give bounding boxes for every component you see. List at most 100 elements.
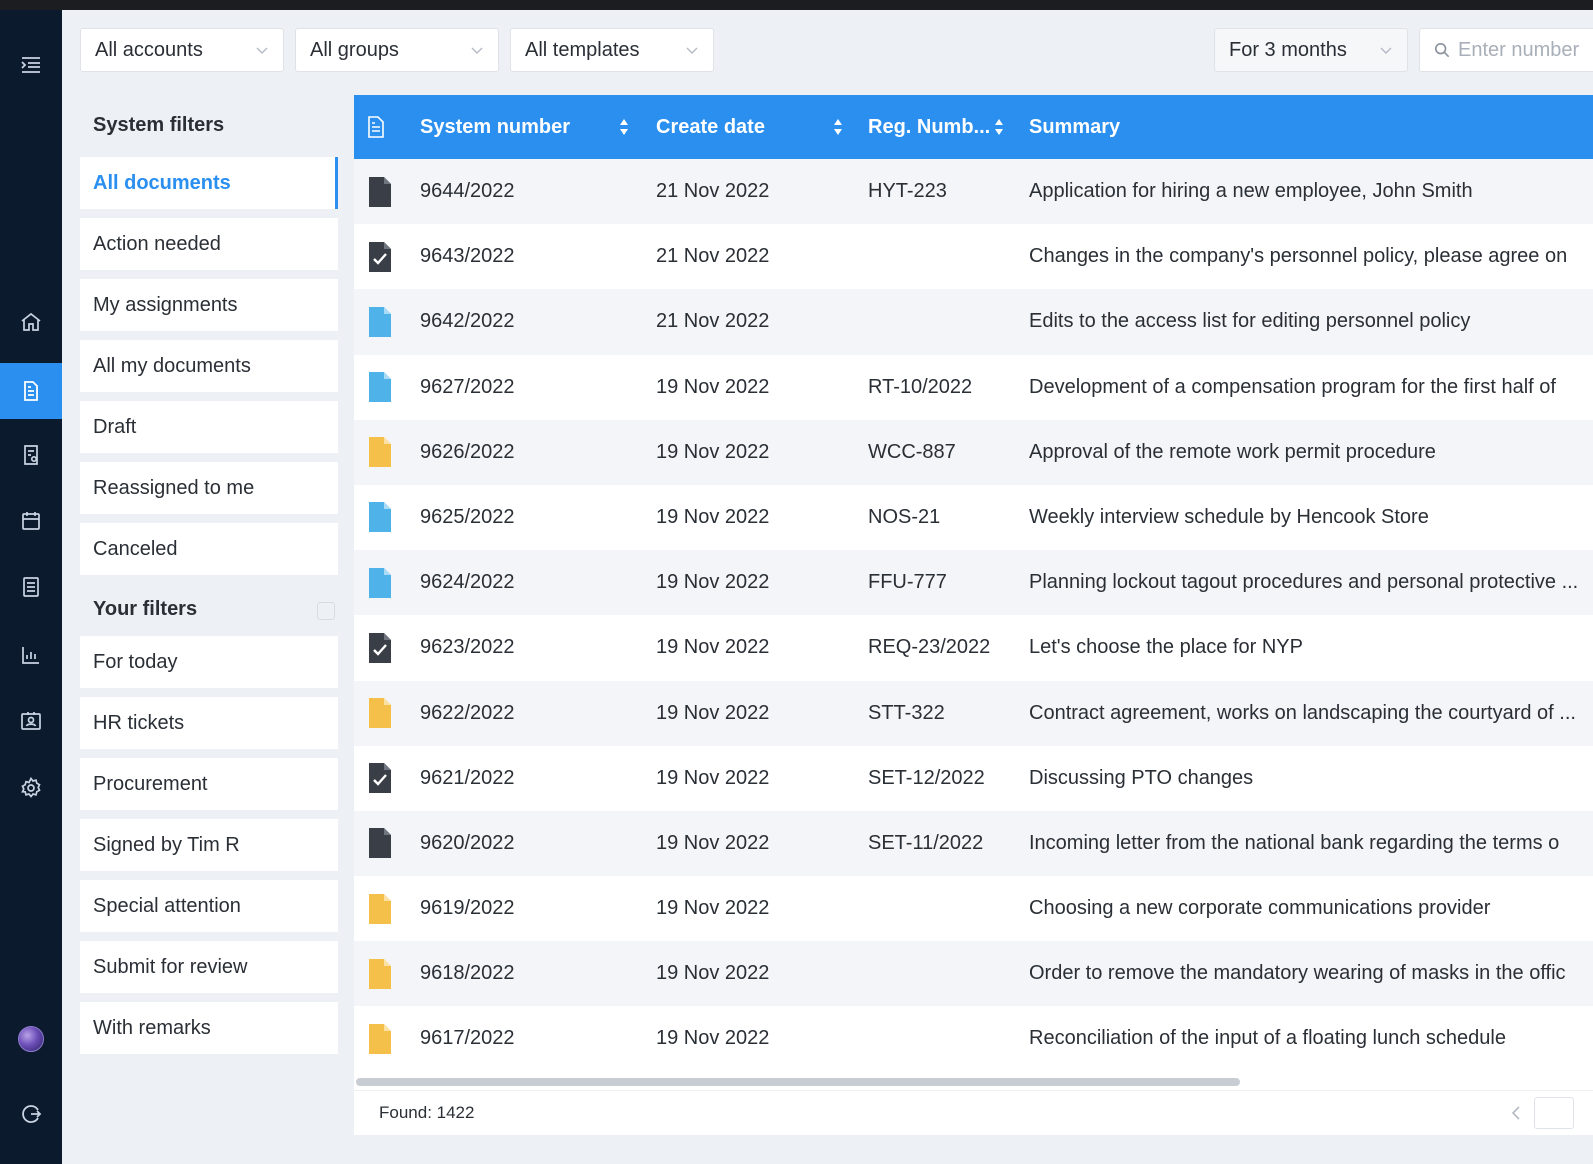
table-row[interactable]: 9643/2022 21 Nov 2022 Changes in the com… (354, 224, 1593, 289)
system-filters-heading: System filters (93, 114, 225, 136)
table-row[interactable]: 9622/2022 19 Nov 2022 STT-322 Contract a… (354, 680, 1593, 746)
cell-system-number: 9617/2022 (420, 1027, 515, 1050)
your-filters-heading: Your filters (93, 598, 198, 620)
sort-icon[interactable] (994, 117, 1004, 137)
table-row[interactable]: 9618/2022 19 Nov 2022 Order to remove th… (354, 941, 1593, 1007)
templates-dropdown[interactable]: All templates (510, 28, 714, 72)
cell-reg-number: SET-11/2022 (868, 831, 984, 854)
contacts-icon[interactable] (0, 693, 62, 749)
cell-summary: Application for hiring a new employee, J… (1029, 180, 1473, 202)
column-system-number[interactable]: System number (420, 95, 570, 159)
document-blue-icon (366, 485, 394, 550)
tasks-icon[interactable] (0, 427, 62, 483)
menu-collapse-icon[interactable] (0, 37, 62, 93)
column-summary[interactable]: Summary (1029, 95, 1120, 159)
document-dark-icon (366, 159, 394, 224)
period-dropdown[interactable]: For 3 months (1214, 28, 1408, 72)
filter-procurement[interactable]: Procurement (80, 758, 338, 810)
filter-signed-by-tim-r[interactable]: Signed by Tim R (80, 819, 338, 871)
cell-summary: Choosing a new corporate communications … (1029, 897, 1491, 920)
document-check-icon (366, 224, 394, 289)
horizontal-scrollbar[interactable] (356, 1078, 1240, 1086)
table-row[interactable]: 9617/2022 19 Nov 2022 Reconciliation of … (354, 1006, 1593, 1071)
filter-hr-tickets[interactable]: HR tickets (80, 697, 338, 749)
filter-canceled[interactable]: Canceled (80, 523, 338, 575)
chevron-down-icon (1380, 47, 1392, 54)
filter-with-remarks[interactable]: With remarks (80, 1002, 338, 1054)
chevron-down-icon (256, 47, 268, 54)
page-number-input[interactable] (1534, 1097, 1574, 1129)
calendar-icon[interactable] (0, 493, 62, 549)
cell-summary: Approval of the remote work permit proce… (1029, 440, 1436, 463)
table-row[interactable]: 9625/2022 19 Nov 2022 NOS-21 Weekly inte… (354, 485, 1593, 550)
document-yellow-icon (366, 681, 394, 746)
document-yellow-icon (366, 941, 394, 1006)
groups-dropdown[interactable]: All groups (295, 28, 499, 72)
cell-create-date: 19 Nov 2022 (656, 375, 770, 398)
main-area: All accounts All groups All templates Fo… (62, 10, 1593, 1164)
table-row[interactable]: 9621/2022 19 Nov 2022 SET-12/2022 Discus… (354, 746, 1593, 811)
save-filter-icon[interactable] (317, 602, 335, 620)
table-row[interactable]: 9620/2022 19 Nov 2022 SET-11/2022 Incomi… (354, 810, 1593, 877)
sort-icon[interactable] (833, 117, 843, 137)
sort-icon[interactable] (619, 117, 629, 137)
cell-reg-number: REQ-23/2022 (868, 636, 991, 659)
cell-summary: Changes in the company's personnel polic… (1029, 245, 1568, 268)
table-header: System number Create date Reg. Numb... S… (354, 95, 1593, 159)
filter-draft[interactable]: Draft (80, 401, 338, 453)
cell-create-date: 19 Nov 2022 (656, 962, 770, 985)
table-row[interactable]: 9627/2022 19 Nov 2022 RT-10/2022 Develop… (354, 355, 1593, 420)
filter-label: All my documents (93, 354, 251, 377)
logout-icon[interactable] (0, 1086, 62, 1142)
settings-icon[interactable] (0, 760, 62, 816)
cell-summary: Order to remove the mandatory wearing of… (1029, 962, 1566, 985)
cell-reg-number (868, 941, 1018, 1006)
filter-reassigned-to-me[interactable]: Reassigned to me (80, 462, 338, 514)
column-reg-number[interactable]: Reg. Numb... (868, 95, 990, 159)
filter-label: With remarks (93, 1016, 211, 1039)
filter-special-attention[interactable]: Special attention (80, 880, 338, 932)
cell-create-date: 19 Nov 2022 (656, 897, 770, 920)
table-row[interactable]: 9623/2022 19 Nov 2022 REQ-23/2022 Let's … (354, 615, 1593, 680)
column-create-date[interactable]: Create date (656, 95, 765, 159)
cell-summary: Development of a compensation program fo… (1029, 375, 1556, 398)
cell-create-date: 19 Nov 2022 (656, 571, 770, 594)
search-field[interactable] (1419, 28, 1593, 72)
cell-summary: Discussing PTO changes (1029, 766, 1254, 789)
filter-action-needed[interactable]: Action needed (80, 218, 338, 270)
filter-for-today[interactable]: For today (80, 636, 338, 688)
filter-my-assignments[interactable]: My assignments (80, 279, 338, 331)
document-dark-icon (366, 811, 394, 876)
search-input[interactable] (1458, 38, 1593, 62)
filter-label: Submit for review (93, 955, 248, 978)
documents-icon[interactable] (0, 363, 62, 419)
filter-submit-for-review[interactable]: Submit for review (80, 941, 338, 993)
filter-all-documents[interactable]: All documents (80, 157, 338, 209)
avatar[interactable] (18, 1026, 44, 1052)
reports-icon[interactable] (0, 627, 62, 683)
cell-create-date: 21 Nov 2022 (656, 245, 770, 268)
registry-icon[interactable] (0, 559, 62, 615)
cell-summary: Reconciliation of the input of a floatin… (1029, 1027, 1506, 1050)
found-count: Found: 1422 (379, 1103, 475, 1122)
table-body: 9644/2022 21 Nov 2022 HYT-223 Applicatio… (354, 159, 1593, 1072)
home-icon[interactable] (0, 294, 62, 350)
table-row[interactable]: 9626/2022 19 Nov 2022 WCC-887 Approval o… (354, 419, 1593, 485)
table-row[interactable]: 9642/2022 21 Nov 2022 Edits to the acces… (354, 289, 1593, 355)
table-row[interactable]: 9624/2022 19 Nov 2022 FFU-777 Planning l… (354, 550, 1593, 616)
cell-create-date: 21 Nov 2022 (656, 310, 770, 333)
table-row[interactable]: 9619/2022 19 Nov 2022 Choosing a new cor… (354, 876, 1593, 941)
table-row[interactable]: 9644/2022 21 Nov 2022 HYT-223 Applicatio… (354, 159, 1593, 225)
chevron-left-icon[interactable] (1506, 1103, 1526, 1123)
cell-create-date: 19 Nov 2022 (656, 440, 770, 463)
filter-label: HR tickets (93, 711, 185, 734)
cell-system-number: 9627/2022 (420, 375, 515, 398)
accounts-dropdown[interactable]: All accounts (80, 28, 284, 72)
filter-all-my-documents[interactable]: All my documents (80, 340, 338, 392)
cell-reg-number: STT-322 (868, 701, 945, 724)
chevron-down-icon (471, 47, 483, 54)
document-yellow-icon (366, 420, 394, 485)
window-top-strip (0, 0, 1593, 10)
cell-system-number: 9644/2022 (420, 180, 515, 202)
filter-label: Draft (93, 415, 137, 438)
